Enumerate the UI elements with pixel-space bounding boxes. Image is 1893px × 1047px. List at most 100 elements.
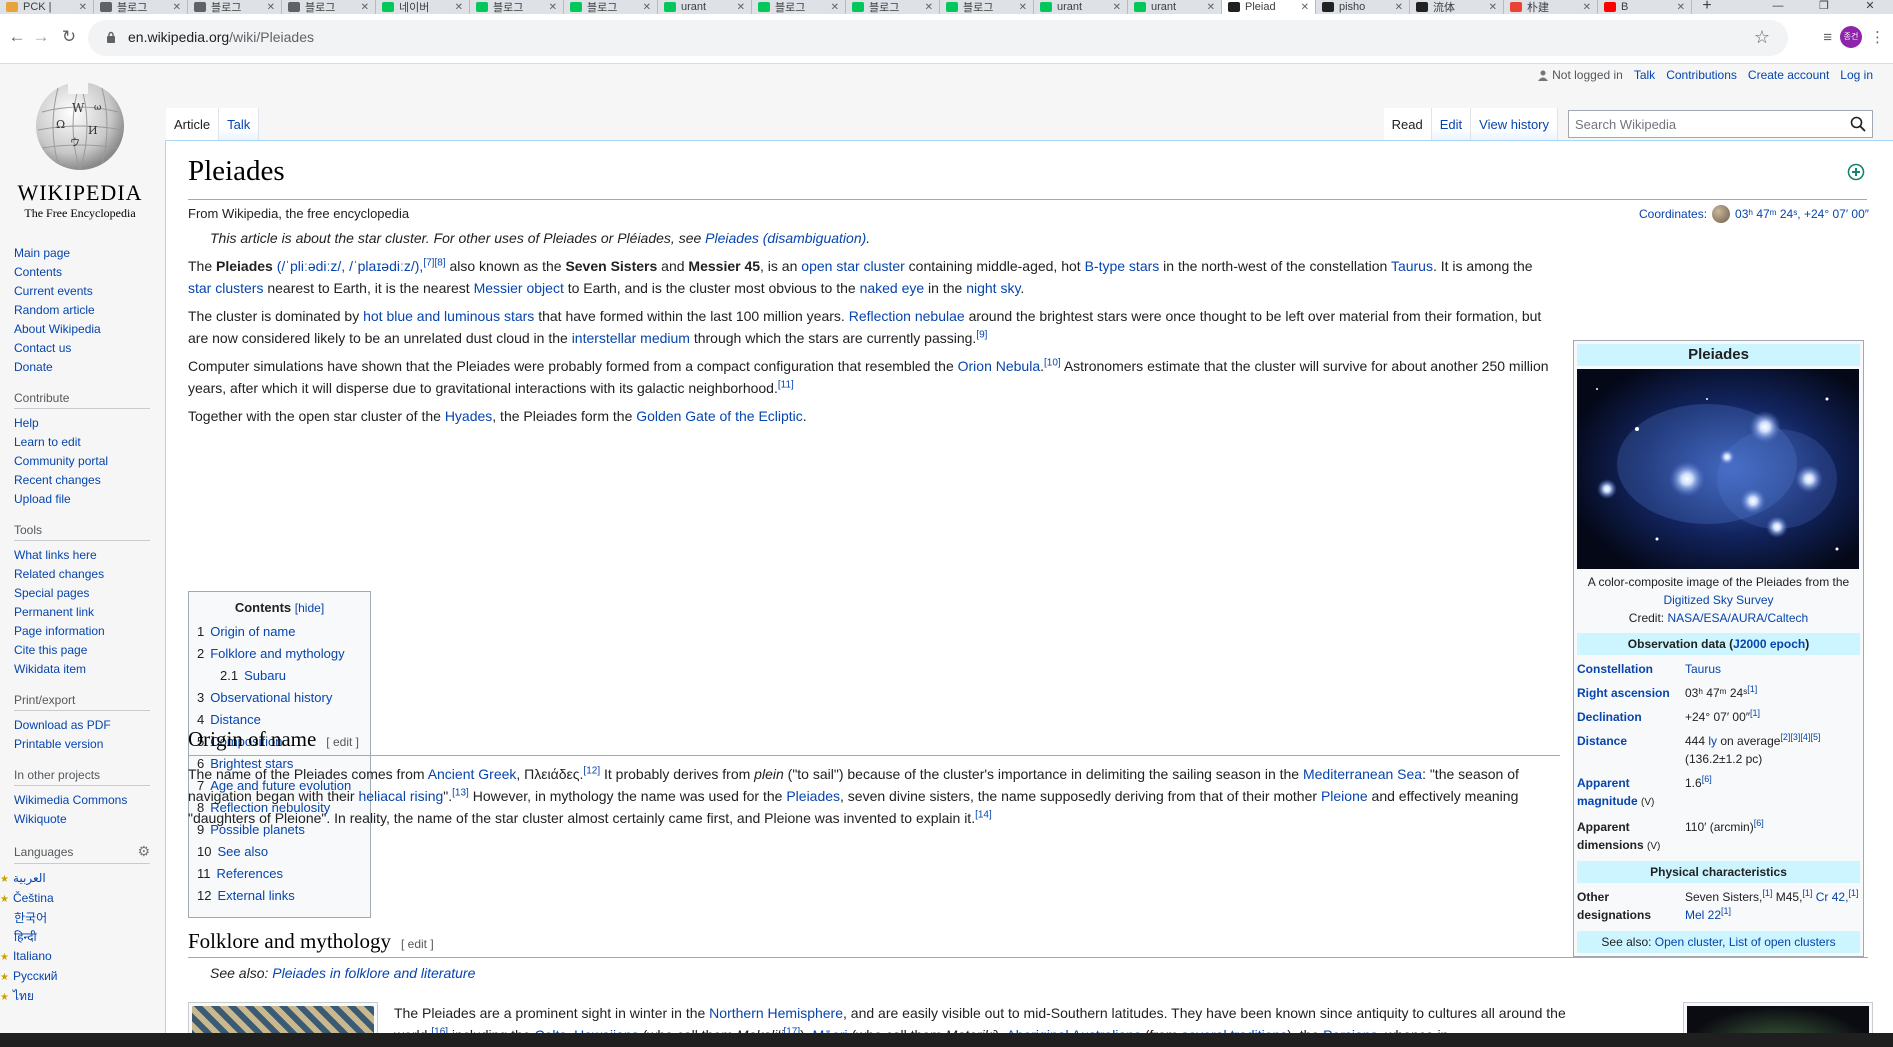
talk-link[interactable]: Talk [1634, 68, 1655, 82]
tab-close-icon[interactable]: ✕ [79, 2, 87, 13]
sidebar-link-contribute[interactable]: Help [14, 414, 164, 433]
tab-close-icon[interactable]: ✕ [1113, 2, 1121, 13]
lock-icon[interactable] [106, 31, 116, 44]
new-tab-button[interactable]: + [1692, 0, 1722, 14]
infobox-label[interactable]: Distance [1577, 732, 1685, 768]
toc-link[interactable]: Subaru [244, 668, 286, 683]
ref-link[interactable]: [10] [1044, 357, 1061, 368]
sidebar-link-tools[interactable]: Page information [14, 622, 164, 641]
browser-tab[interactable]: 네이버 ✕ [376, 0, 470, 14]
sidebar-link-main[interactable]: Main page [14, 244, 164, 263]
profile-avatar[interactable]: 종건 [1840, 26, 1862, 48]
toc-item[interactable]: 3 Observational history [197, 687, 362, 709]
sidebar-link-tools[interactable]: Wikidata item [14, 660, 164, 679]
browser-menu-icon[interactable]: ⋮ [1870, 28, 1885, 46]
tab-close-icon[interactable]: ✕ [361, 2, 369, 13]
article-link[interactable]: Taurus [1391, 258, 1433, 274]
infobox-label[interactable]: Right ascension [1577, 684, 1685, 702]
ref-link[interactable]: [1] [1747, 684, 1757, 694]
globe-icon[interactable] [1712, 205, 1731, 223]
browser-tab[interactable]: 朴建 ✕ [1504, 0, 1598, 14]
browser-tab[interactable]: 블로그 ✕ [752, 0, 846, 14]
contributions-link[interactable]: Contributions [1666, 68, 1737, 82]
sidebar-link-print[interactable]: Download as PDF [14, 716, 164, 735]
tab-close-icon[interactable]: ✕ [1583, 2, 1591, 13]
namespace-tab[interactable]: Talk [219, 108, 260, 141]
browser-tab[interactable]: urant ✕ [1128, 0, 1222, 14]
sidebar-link-tools[interactable]: Related changes [14, 565, 164, 584]
browser-tab[interactable]: 블로그 ✕ [846, 0, 940, 14]
disambiguation-link[interactable]: Pleiades (disambiguation) [705, 230, 866, 246]
article-link[interactable]: open star cluster [801, 258, 905, 274]
ref-link[interactable]: [12] [583, 765, 600, 776]
article-link[interactable]: Golden Gate of the Ecliptic [636, 408, 803, 424]
sidebar-link-tools[interactable]: Cite this page [14, 641, 164, 660]
tab-close-icon[interactable]: ✕ [1019, 2, 1027, 13]
maximize-button[interactable]: ❐ [1801, 0, 1847, 14]
browser-tab[interactable]: Pleiad ✕ [1222, 0, 1316, 14]
browser-tab[interactable]: 流体 ✕ [1410, 0, 1504, 14]
forward-icon[interactable]: → [30, 26, 52, 48]
sidebar-link-tools[interactable]: Special pages [14, 584, 164, 603]
toc-item[interactable]: 2 Folklore and mythology [197, 643, 362, 665]
article-link[interactable]: star clusters [188, 280, 263, 296]
sidebar-link-tools[interactable]: What links here [14, 546, 164, 565]
toc-item[interactable]: 1 Origin of name [197, 621, 362, 643]
ly-link[interactable]: ly [1708, 734, 1717, 748]
bookmark-star-icon[interactable]: ☆ [1754, 27, 1770, 48]
view-tab[interactable]: View history [1471, 108, 1558, 141]
sidebar-link-other[interactable]: Wikimedia Commons [14, 791, 164, 810]
back-icon[interactable]: ← [6, 26, 28, 48]
article-link[interactable]: heliacal rising [358, 788, 443, 804]
infobox-label[interactable]: Declination [1577, 708, 1685, 726]
pronunciation-link[interactable]: (/ˈpliːədiːz/, /ˈplaɪədiːz/), [273, 258, 424, 274]
browser-tab[interactable]: 블로그 ✕ [282, 0, 376, 14]
article-link[interactable]: night sky [966, 280, 1020, 296]
sidebar-link-main[interactable]: Random article [14, 301, 164, 320]
sidebar-link-contribute[interactable]: Upload file [14, 490, 164, 509]
sidebar-link-main[interactable]: Donate [14, 358, 164, 377]
add-circle-icon[interactable] [1847, 163, 1865, 181]
tab-close-icon[interactable]: ✕ [1489, 2, 1497, 13]
article-link[interactable]: naked eye [860, 280, 925, 296]
article-link[interactable]: interstellar medium [572, 330, 690, 346]
article-link[interactable]: Pleione [1321, 788, 1368, 804]
language-link[interactable]: العربية [13, 869, 164, 889]
browser-tab[interactable]: 블로그 ✕ [564, 0, 658, 14]
toc-link[interactable]: References [217, 866, 283, 881]
browser-tab[interactable]: PCK | ✕ [0, 0, 94, 14]
edit-section-link[interactable]: [ edit ] [401, 937, 434, 951]
toc-item[interactable]: 11 References [197, 863, 362, 885]
language-link[interactable]: ไทย [13, 987, 164, 1007]
coordinates-value[interactable]: 03ʰ 47ᵐ 24ˢ, +24° 07′ 00″ [1735, 207, 1869, 221]
toc-link[interactable]: Observational history [210, 690, 332, 705]
close-window-button[interactable]: ✕ [1847, 0, 1893, 14]
browser-tab[interactable]: pisho ✕ [1316, 0, 1410, 14]
edit-section-link[interactable]: [ edit ] [326, 735, 359, 749]
sidebar-link-main[interactable]: About Wikipedia [14, 320, 164, 339]
tab-close-icon[interactable]: ✕ [1207, 2, 1215, 13]
url-text[interactable]: en.wikipedia.org/wiki/Pleiades [128, 29, 314, 45]
ref-link[interactable]: [1] [1802, 888, 1812, 898]
article-link[interactable]: Messier object [474, 280, 564, 296]
browser-tab[interactable]: 블로그 ✕ [94, 0, 188, 14]
tab-close-icon[interactable]: ✕ [549, 2, 557, 13]
address-bar[interactable]: en.wikipedia.org/wiki/Pleiades ☆ [88, 20, 1788, 56]
list-open-clusters-link[interactable]: List of open clusters [1729, 935, 1836, 949]
infobox-label[interactable]: Apparent magnitude (V) [1577, 774, 1685, 812]
toc-item[interactable]: 2.1 Subaru [197, 665, 362, 687]
wikipedia-logo[interactable]: W Ω И ウ ω WIKIPEDIA The Free Encyclopedi… [0, 72, 160, 221]
ref-link[interactable]: [2][3][4][5] [1780, 732, 1820, 742]
toc-link[interactable]: External links [217, 888, 294, 903]
search-icon[interactable] [1850, 116, 1866, 132]
browser-tab[interactable]: 블로그 ✕ [470, 0, 564, 14]
gear-icon[interactable]: ⚙ [137, 843, 150, 860]
language-link[interactable]: Italiano [13, 947, 164, 967]
ref-link[interactable]: [1] [1762, 888, 1772, 898]
see-also-link[interactable]: Pleiades in folklore and literature [272, 965, 475, 981]
ref-link[interactable]: [14] [975, 809, 992, 820]
tab-close-icon[interactable]: ✕ [267, 2, 275, 13]
create-account-link[interactable]: Create account [1748, 68, 1829, 82]
tab-close-icon[interactable]: ✕ [1395, 2, 1403, 13]
catalog-link[interactable]: Cr 42, [1812, 890, 1849, 904]
